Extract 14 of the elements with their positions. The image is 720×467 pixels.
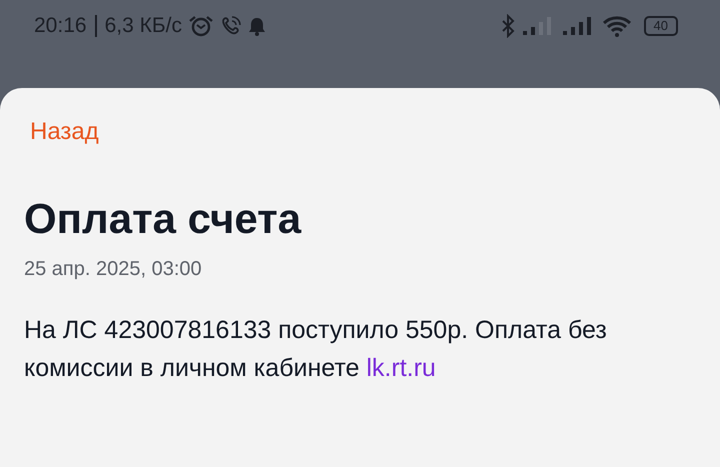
bluetooth-icon [500, 14, 516, 38]
notification-title: Оплата счета [24, 194, 302, 244]
notification-text: На ЛС 423007816133 поступило 550р. Оплата без комиссии в личном кабинете lk.rt.ru [24, 315, 608, 384]
separator-bar [94, 15, 97, 37]
notification-date: 25 апр. 2025, 03:00 [24, 258, 203, 282]
battery-indicator: 40 [644, 16, 678, 36]
phone-call-icon [220, 15, 242, 37]
network-speed: 6,3 КБ/с [104, 14, 182, 38]
bell-icon [248, 16, 266, 36]
site-link[interactable]: lk.rt.ru [366, 354, 436, 382]
back-button[interactable]: Назад [30, 118, 99, 146]
status-time: 20:16 [34, 14, 87, 38]
alarm-clock-icon [188, 15, 214, 37]
wifi-icon [602, 15, 634, 37]
